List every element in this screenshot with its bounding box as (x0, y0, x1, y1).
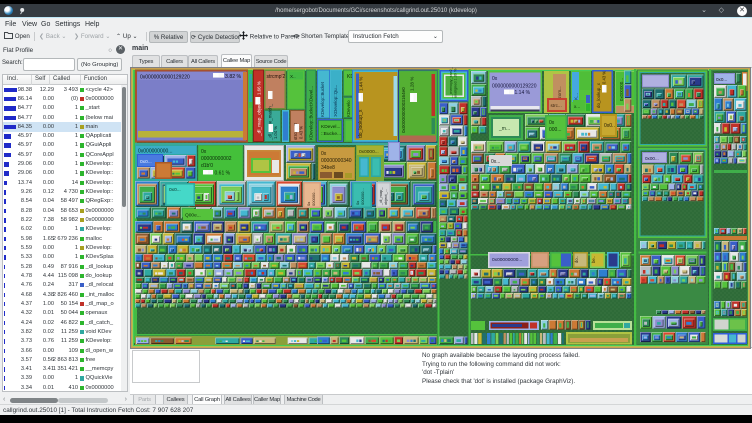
svg-text:KDevelop::Bucket: KDevelop::Bucket (320, 81, 325, 117)
svg-text:0x0000...: 0x0000... (359, 149, 379, 155)
svg-text:strcmp'2: strcmp'2 (267, 74, 286, 80)
svg-text:00000000340: 00000000340 (321, 158, 352, 164)
svg-text:0x0000000000129220: 0x0000000000129220 (140, 75, 190, 81)
svg-text:Q00e...: Q00e... (185, 213, 201, 219)
svg-text:1.28 %: 1.28 % (410, 77, 415, 91)
svg-text:0.43 %: 0.43 % (299, 126, 304, 139)
svg-text:__memcpy_sse2_: __memcpy_sse2_ (449, 66, 453, 99)
svg-text:0x0...: 0x0... (716, 77, 727, 82)
svg-text:d1b'0: d1b'0 (201, 163, 213, 169)
svg-text:KDevel...: KDevel... (321, 124, 340, 130)
svg-text:0.43 %: 0.43 % (602, 71, 607, 84)
svg-text:strc...: strc... (551, 103, 562, 108)
svg-text:0x: 0x (321, 151, 327, 157)
svg-text:0x0...: 0x0... (140, 159, 152, 165)
svg-text:1.14 %: 1.14 % (515, 90, 531, 96)
svg-text:do_lookup_x: do_lookup_x (358, 109, 364, 138)
svg-text:KDevelo: KDevelo (346, 100, 351, 117)
svg-text:0x...: 0x... (491, 159, 500, 165)
svg-text:object_...: object_... (383, 189, 388, 205)
svg-text:3.82 %: 3.82 % (225, 74, 242, 80)
svg-text:0x0..: 0x0.. (604, 123, 615, 129)
svg-text:0x00000000...: 0x00000000... (492, 257, 522, 263)
svg-text:do_lookup_x: do_lookup_x (596, 82, 601, 108)
svg-text:000000...: 000000... (311, 189, 316, 206)
svg-text:::Bucke...: ::Bucke... (321, 131, 341, 137)
svg-text:unaligned 1.39 %: unaligned 1.39 % (454, 68, 458, 98)
svg-text:do..: do.. (574, 256, 579, 263)
svg-text:1.44 %: 1.44 % (359, 77, 364, 91)
svg-text:0x: 0x (201, 149, 207, 155)
svg-text:0x000000...: 0x000000... (619, 78, 624, 101)
svg-text:x...: x... (574, 104, 580, 109)
svg-text:0x: 0x (549, 120, 555, 126)
svg-text:K...: K... (574, 93, 579, 100)
svg-text:_dl_name_match_: _dl_name_match_ (268, 103, 273, 141)
svg-text:000000...: 000000... (360, 188, 365, 205)
svg-text:0x00...: 0x00... (645, 156, 659, 161)
svg-text:34be8: 34be8 (321, 165, 335, 171)
svg-text:0000000000129220: 0000000000129220 (492, 84, 537, 90)
svg-text:X..: X.. (290, 74, 296, 79)
svg-text:_m...: _m... (498, 126, 510, 132)
svg-text:_dl_map_object: _dl_map_object (257, 101, 263, 137)
svg-text:000...: 000... (549, 127, 562, 133)
svg-text::KDevelop::Qu...: :KDevelop::Qu... (333, 85, 338, 117)
svg-text:00000000002: 00000000002 (201, 156, 232, 162)
svg-text:1.66 %: 1.66 % (257, 81, 262, 95)
svg-text:0x000000000...: 0x000000000... (138, 149, 172, 155)
svg-text:1.04 %: 1.04 % (273, 126, 278, 139)
svg-text:be..: be.. (591, 256, 596, 263)
svg-text:0x0...: 0x0... (169, 187, 181, 193)
svg-text:0x: 0x (492, 76, 498, 82)
svg-text:0.61 %: 0.61 % (215, 171, 231, 177)
svg-text:0x00000000003164e0: 0x00000000003164e0 (401, 87, 406, 133)
svg-text:KDevelop::Bucket:KDevel...: KDevelop::Bucket:KDevel... (309, 86, 314, 140)
